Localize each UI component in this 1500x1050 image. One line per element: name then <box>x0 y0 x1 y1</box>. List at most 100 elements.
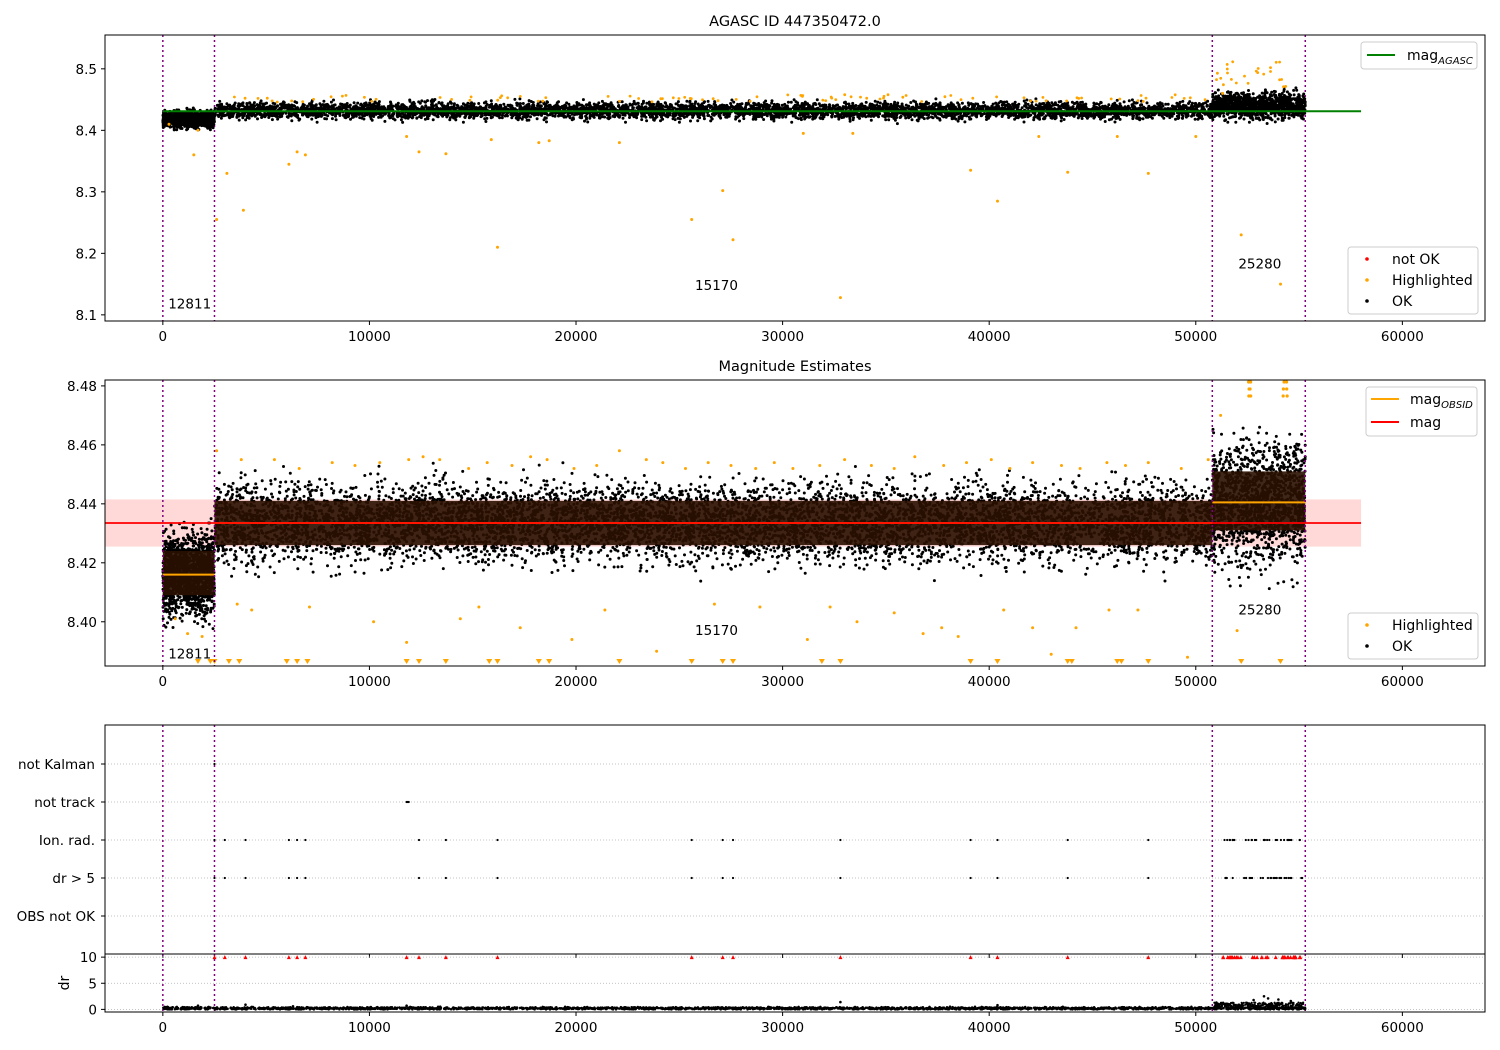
highlighted-point <box>689 97 693 101</box>
highlighted-point <box>996 199 999 203</box>
panel-agasc-line-legend: magAGASC <box>1360 41 1478 70</box>
dr-point <box>1240 1006 1243 1009</box>
highlighted-point <box>303 153 307 157</box>
highlighted-point <box>1136 608 1140 612</box>
highlighted-point <box>904 94 908 97</box>
highlighted-point <box>1219 413 1223 417</box>
dr-point <box>1270 1004 1273 1007</box>
highlighted-point <box>920 100 924 103</box>
highlighted-point <box>235 602 239 606</box>
highlighted-point <box>940 626 944 630</box>
x-tick-label: 0 <box>159 329 168 345</box>
highlighted-point <box>1203 98 1207 102</box>
highlighted-point <box>1044 99 1048 103</box>
flag-marker <box>1283 838 1286 842</box>
highlighted-point <box>243 96 247 100</box>
dr-point <box>1231 1001 1234 1004</box>
flag-marker <box>213 838 216 842</box>
flag-marker <box>1269 876 1272 880</box>
dr-point <box>1250 1001 1253 1005</box>
flag-marker <box>1243 876 1246 880</box>
highlighted-point <box>969 168 973 172</box>
x-tick-label: 10000 <box>348 1020 391 1036</box>
dr-points <box>162 1005 1307 1011</box>
dr-point <box>1219 1006 1222 1009</box>
highlighted-point <box>758 605 762 609</box>
highlighted-point <box>1041 96 1045 99</box>
highlighted-point <box>1225 67 1229 71</box>
highlighted-point <box>341 94 344 98</box>
mag-obsid-band <box>162 551 215 596</box>
dr-point <box>1273 1001 1276 1004</box>
highlighted-point <box>786 93 790 97</box>
legend-highlighted-label: Highlighted <box>1392 273 1473 289</box>
flag-marker <box>690 876 693 880</box>
highlighted-point <box>701 98 704 102</box>
flag-marker <box>1066 838 1069 842</box>
highlighted-point <box>1146 171 1150 175</box>
highlighted-point <box>1221 91 1225 95</box>
x-tick-label: 40000 <box>968 1020 1011 1036</box>
highlighted-point <box>606 95 610 98</box>
highlighted-point <box>378 461 382 465</box>
dr-spike-point <box>1266 997 1270 1000</box>
highlighted-point <box>731 238 735 242</box>
dr-spike-point <box>1252 998 1255 1002</box>
highlighted-point <box>518 626 522 630</box>
dr-point <box>1260 1004 1263 1007</box>
y-tick-label: 8.4 <box>76 123 97 139</box>
highlighted-point <box>444 152 448 156</box>
flag-marker <box>1287 876 1290 880</box>
dr-point <box>1287 1002 1290 1005</box>
highlighted-point <box>329 95 333 99</box>
off-scale-high-marker <box>1281 387 1286 391</box>
flag-marker <box>721 838 724 842</box>
highlighted-point <box>755 95 759 99</box>
highlighted-point <box>544 96 548 99</box>
highlighted-point <box>1234 81 1238 85</box>
flag-marker <box>244 876 247 880</box>
highlighted-point <box>843 93 847 97</box>
highlighted-point <box>729 464 733 467</box>
highlighted-point <box>1222 83 1225 87</box>
y-tick-label: 10 <box>80 950 97 966</box>
highlighted-point <box>1269 70 1272 73</box>
x-tick-label: 10000 <box>348 674 391 690</box>
y-tick-label: 8.1 <box>76 308 97 324</box>
highlighted-point <box>1239 233 1243 237</box>
highlighted-point <box>215 449 219 453</box>
y-tick-label: 5 <box>88 976 97 992</box>
obsid-label: 15170 <box>695 278 738 294</box>
flag-marker <box>839 838 842 842</box>
highlighted-point <box>1235 629 1239 633</box>
legend-highlighted-label-2: Highlighted <box>1392 618 1473 634</box>
highlighted-point <box>650 100 654 104</box>
dr-spike-point <box>1289 999 1293 1003</box>
flag-marker <box>1266 838 1269 842</box>
x-tick-label: 60000 <box>1381 674 1424 690</box>
highlighted-point <box>186 632 190 636</box>
highlighted-point <box>1256 67 1260 70</box>
dr-point <box>1274 1003 1277 1007</box>
highlighted-point <box>834 98 838 101</box>
highlighted-point <box>1243 74 1246 78</box>
highlighted-point <box>1060 464 1063 467</box>
y-tick-label: 8.40 <box>67 615 97 631</box>
highlighted-point <box>1278 60 1281 64</box>
highlighted-point <box>250 608 254 612</box>
highlighted-point <box>1080 96 1083 100</box>
highlighted-point <box>716 99 720 103</box>
highlighted-point <box>637 97 640 100</box>
highlighted-point <box>942 464 946 467</box>
highlighted-point <box>824 99 828 102</box>
flag-marker <box>1255 838 1258 842</box>
highlighted-point <box>1278 78 1281 82</box>
highlighted-point <box>297 467 301 470</box>
highlighted-point <box>518 95 522 98</box>
panel-magnitude-point-legend: Highlighted OK <box>1347 612 1479 660</box>
highlighted-point <box>1049 652 1053 656</box>
y-tick-label: 8.44 <box>67 497 97 513</box>
legend-mag-label: mag <box>1410 415 1441 431</box>
highlighted-point <box>1246 81 1250 85</box>
highlighted-point <box>541 99 545 103</box>
